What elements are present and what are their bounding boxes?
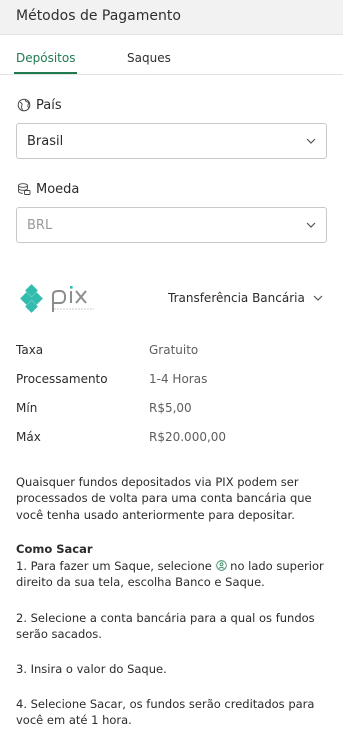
detail-value: Gratuito — [149, 343, 199, 357]
user-icon — [215, 560, 227, 571]
detail-key: Mín — [16, 401, 38, 415]
chevron-down-icon — [313, 295, 323, 301]
pix-logo — [20, 284, 94, 313]
detail-row-min: Mín R$5,00 — [16, 401, 336, 417]
detail-row-max: Máx R$20.000,00 — [16, 430, 336, 446]
detail-value: R$20.000,00 — [149, 430, 227, 444]
detail-value: 1-4 Horas — [149, 372, 208, 386]
country-select[interactable]: Brasil — [16, 123, 327, 159]
detail-value: R$5,00 — [149, 401, 192, 415]
how-to-step-3: 3. Insira o valor do Saque. — [16, 662, 167, 676]
globe-icon — [17, 98, 31, 112]
pix-note: Quaisquer fundos depositados via PIX pod… — [16, 475, 312, 522]
chevron-down-icon — [306, 138, 316, 144]
header-bar: Métodos de Pagamento — [0, 0, 343, 35]
detail-key: Máx — [16, 430, 41, 444]
how-to-step-1: 1. Para fazer um Saque, selecione no lad… — [16, 558, 331, 591]
how-to-title: Como Sacar — [16, 542, 93, 556]
how-to-step-2: 2. Selecione a conta bancária para a qua… — [16, 611, 315, 642]
chevron-down-icon — [306, 222, 316, 228]
currency-label: Moeda — [36, 181, 80, 197]
tab-bar: Depósitos Saques — [0, 35, 343, 75]
currency-value: BRL — [27, 218, 53, 233]
page-title: Métodos de Pagamento — [16, 8, 181, 24]
payment-method-select[interactable]: Transferência Bancária — [168, 290, 323, 306]
detail-row-processing: Processamento 1-4 Horas — [16, 372, 336, 388]
step-1-text-start: 1. Para fazer um Saque, selecione — [16, 559, 216, 573]
country-label: País — [36, 97, 62, 113]
detail-key: Processamento — [16, 372, 108, 386]
country-value: Brasil — [27, 134, 64, 149]
tab-withdrawals[interactable]: Saques — [127, 51, 171, 65]
currency-select[interactable]: BRL — [16, 207, 327, 243]
detail-key: Taxa — [16, 343, 44, 357]
detail-row-fee: Taxa Gratuito — [16, 343, 336, 359]
how-to-step-4: 4. Selecione Sacar, os fundos serão cred… — [16, 697, 315, 728]
payment-method-value: Transferência Bancária — [168, 291, 305, 305]
currency-label-row: Moeda — [17, 180, 79, 198]
tab-deposits[interactable]: Depósitos — [13, 51, 78, 74]
country-label-row: País — [17, 96, 62, 114]
coins-icon — [18, 183, 31, 195]
